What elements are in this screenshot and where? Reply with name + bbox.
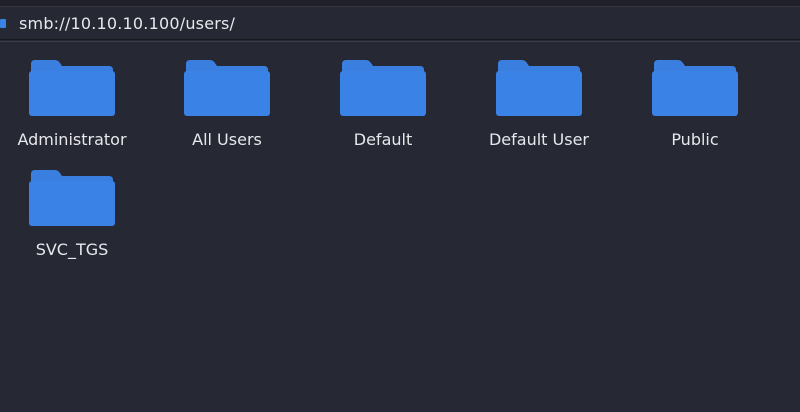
location-icon	[0, 18, 6, 28]
location-separator	[0, 41, 800, 42]
folder-label: Administrator	[17, 130, 127, 149]
folder-item-svc-tgs[interactable]: SVC_TGS	[0, 170, 147, 280]
location-path[interactable]: smb://10.10.10.100/users/	[19, 14, 235, 33]
folder-icon	[184, 60, 270, 116]
folder-icon	[652, 60, 738, 116]
folder-icon	[496, 60, 582, 116]
folder-label: Default User	[488, 130, 589, 149]
folder-item-administrator[interactable]: Administrator	[0, 60, 147, 170]
folder-item-default[interactable]: Default	[308, 60, 458, 170]
folder-icon	[29, 170, 115, 226]
folder-icon	[29, 60, 115, 116]
folder-item-public[interactable]: Public	[620, 60, 770, 170]
file-manager-window: smb://10.10.10.100/users/ Administrator …	[0, 0, 800, 412]
folder-icon	[340, 60, 426, 116]
folder-label: Public	[671, 130, 719, 149]
location-bar[interactable]: smb://10.10.10.100/users/	[0, 7, 800, 40]
folder-label: Default	[353, 130, 413, 149]
folder-label: All Users	[192, 130, 262, 149]
window-top-edge	[0, 0, 800, 7]
folder-item-all-users[interactable]: All Users	[152, 60, 302, 170]
folder-label: SVC_TGS	[35, 240, 109, 259]
folder-item-default-user[interactable]: Default User	[464, 60, 614, 170]
